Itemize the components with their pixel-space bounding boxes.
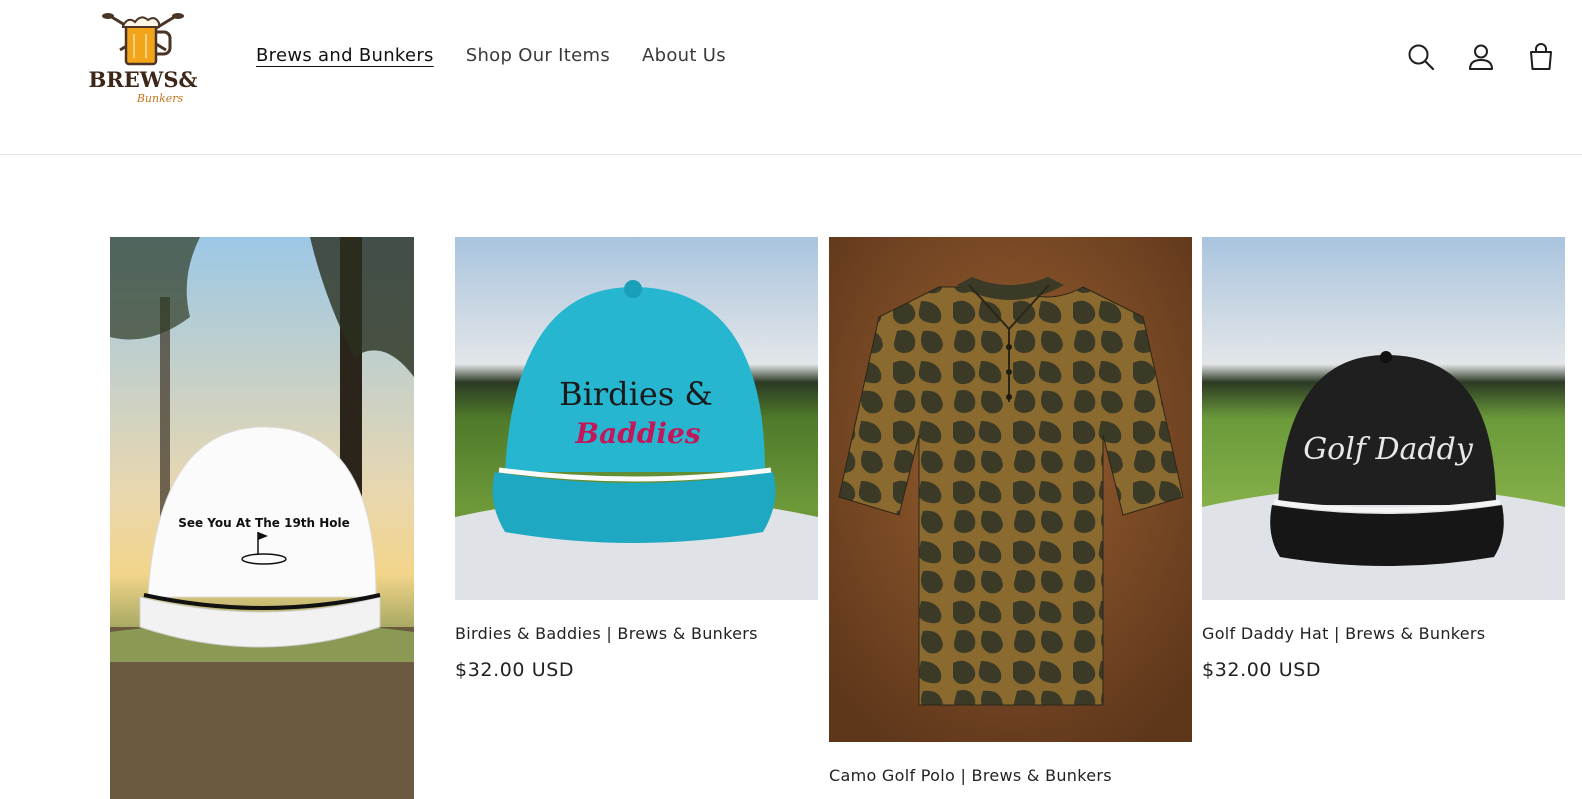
white-rope-hat-image[interactable]: See You At The 19th Hole — [110, 237, 414, 799]
product-title[interactable]: Golf Daddy Hat | Brews & Bunkers — [1202, 624, 1485, 643]
hat-text: See You At The 19th Hole — [178, 516, 350, 530]
golf-daddy-hat-image[interactable]: Golf Daddy — [1202, 237, 1565, 600]
hat-text-line2: Baddies — [574, 417, 700, 450]
product-title[interactable]: Birdies & Baddies | Brews & Bunkers — [455, 624, 758, 643]
product-price: $32.00 USD — [455, 659, 575, 681]
hat-text-line1: Birdies & — [559, 375, 713, 413]
product-price: $32.00 USD — [1202, 659, 1322, 681]
camo-polo-image[interactable] — [829, 237, 1192, 742]
hat-text: Golf Daddy — [1303, 432, 1474, 467]
product-grid: See You At The 19th Hole Birdies & Baddi… — [0, 0, 1582, 799]
product-title[interactable]: Camo Golf Polo | Brews & Bunkers — [829, 766, 1112, 785]
birdies-baddies-hat-image[interactable]: Birdies & Baddies — [455, 237, 818, 600]
